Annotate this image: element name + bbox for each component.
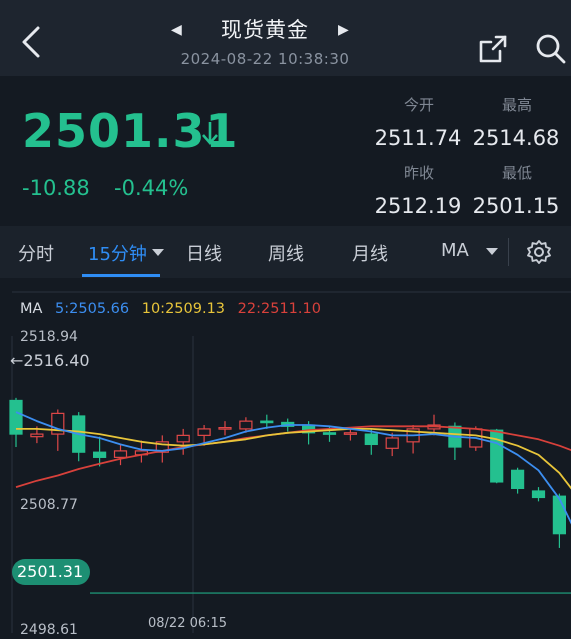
indicator-dropdown-icon[interactable]	[486, 248, 498, 255]
prev-close-value: 2512.19	[374, 194, 462, 218]
high-value: 2514.68	[472, 126, 560, 150]
candle-body	[176, 434, 190, 443]
y-tick-label: 2498.61	[20, 622, 78, 638]
candle-body	[531, 490, 546, 499]
candle-body	[511, 469, 525, 490]
candle-body	[385, 437, 399, 449]
tab-weekly[interactable]: 周线	[268, 240, 304, 266]
low-value: 2501.15	[472, 194, 560, 218]
down-arrow-icon	[202, 122, 218, 145]
y-tick-label: 2508.77	[20, 497, 78, 513]
search-icon[interactable]	[534, 32, 568, 66]
tab-indicator-ma[interactable]: MA	[441, 240, 469, 261]
candle-body	[343, 432, 357, 435]
candle-body	[218, 427, 232, 430]
price-change-percent: -0.44%	[114, 176, 189, 200]
ma-legend-title: MA	[20, 301, 43, 317]
candle-body	[364, 433, 378, 446]
candle-body	[197, 428, 211, 436]
share-icon[interactable]	[476, 32, 510, 66]
tab-daily[interactable]: 日线	[186, 240, 222, 266]
high-price-value: 2516.40	[23, 351, 90, 370]
candle-body	[92, 451, 107, 458]
candle-body	[30, 433, 44, 438]
settings-gear-icon[interactable]	[526, 239, 552, 265]
ma10-legend: 10:2509.13	[141, 301, 226, 317]
kline-plot	[9, 291, 571, 633]
y-tick-label: 2518.94	[20, 329, 78, 345]
high-label: 最高	[501, 96, 532, 114]
candle-body	[113, 450, 128, 458]
candle-body	[552, 495, 567, 535]
top-bar: ◀ 现货黄金 2024-08-22 10:38:30 ▶	[0, 0, 571, 76]
ma-legend: MA 5:2505.66 10:2509.13 22:2511.10	[20, 301, 329, 317]
low-label: 最低	[501, 164, 532, 182]
quote-datetime: 2024-08-22 10:38:30	[180, 50, 350, 68]
candle-body	[239, 420, 253, 430]
ma22-legend: 22:2511.10	[237, 301, 321, 317]
quote-panel: 2501.31 -10.88 -0.44% 今开 最高 2511.74 2514…	[0, 76, 571, 226]
x-tick-label: 08/22 06:15	[148, 616, 228, 631]
tab-15min[interactable]: 15分钟	[88, 240, 147, 266]
high-price-marker: ←2516.40	[10, 351, 90, 370]
open-label: 今开	[403, 96, 434, 114]
current-price-tag: 2501.31	[12, 559, 90, 585]
tab-divider	[508, 238, 509, 266]
ma5-legend: 5:2505.66	[55, 301, 130, 317]
candle-body	[322, 432, 337, 435]
prev-close-label: 昨收	[403, 164, 434, 182]
active-tab-indicator	[82, 274, 160, 277]
price-change: -10.88	[22, 176, 90, 200]
back-icon[interactable]	[14, 22, 50, 62]
period-tabs: 分时 15分钟 日线 周线 月线 MA	[0, 226, 571, 278]
tab-15min-dropdown-icon[interactable]	[152, 249, 164, 256]
tab-monthly[interactable]: 月线	[352, 240, 388, 266]
tab-timeshare[interactable]: 分时	[18, 240, 54, 266]
kline-chart[interactable]: MA 5:2505.66 10:2509.13 22:2511.10 2518.…	[0, 278, 571, 639]
next-instrument-icon[interactable]: ▶	[338, 22, 349, 38]
open-value: 2511.74	[374, 126, 462, 150]
candle-body	[260, 420, 274, 424]
